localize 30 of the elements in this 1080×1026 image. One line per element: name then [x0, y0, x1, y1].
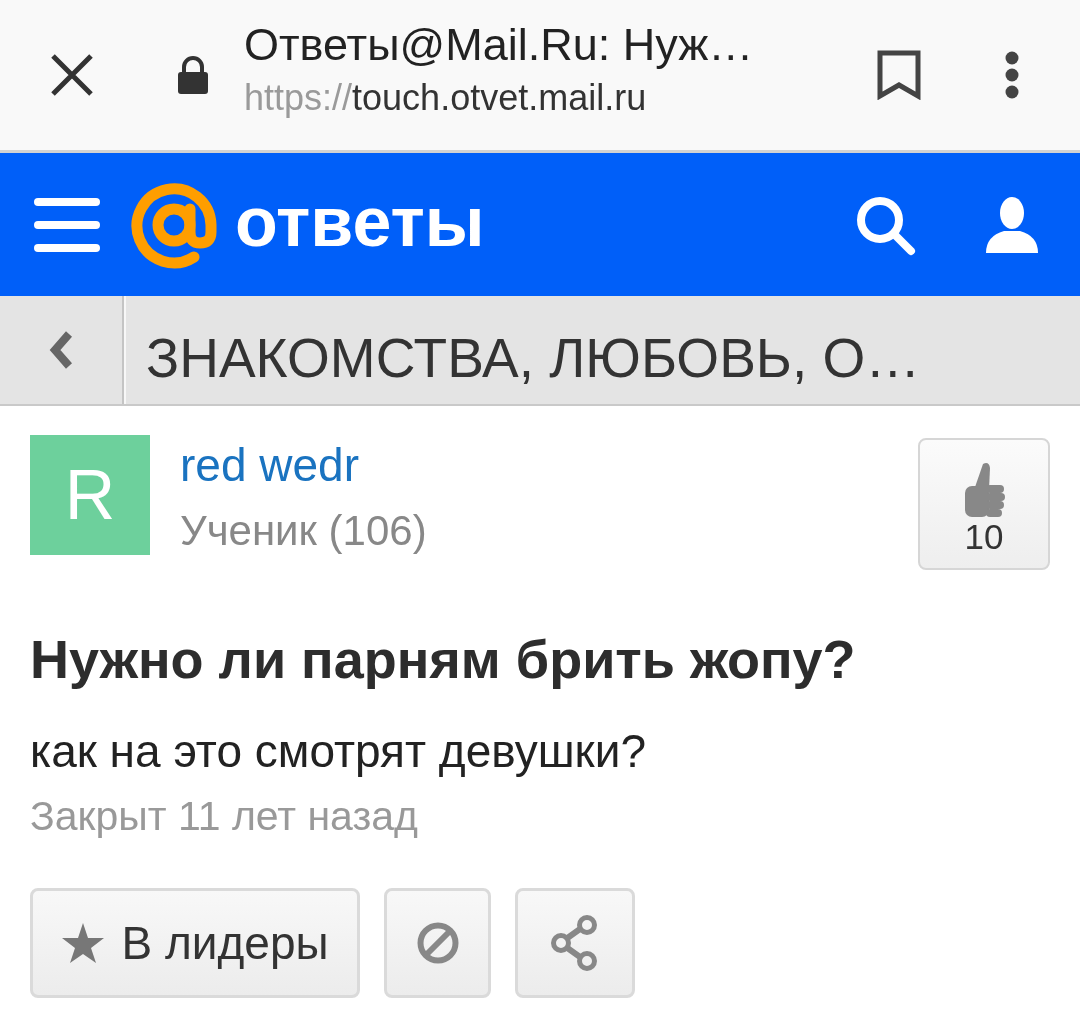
question-title: Нужно ли парням брить жопу?: [30, 628, 857, 691]
user-icon: [984, 195, 1040, 254]
block-button[interactable]: [384, 888, 491, 998]
leaders-button[interactable]: В лидеры: [30, 888, 360, 998]
profile-button[interactable]: [984, 195, 1040, 254]
category-title: ЗНАКОМСТВА, ЛЮБОВЬ, О…: [146, 326, 921, 391]
chevron-left-icon: [49, 331, 73, 369]
avatar: R: [30, 435, 150, 555]
author-rank: Ученик (106): [180, 506, 427, 556]
question-status: Закрыт 11 лет назад: [30, 792, 419, 840]
at-sign-logo-icon[interactable]: [130, 180, 218, 269]
question-text: как на это смотрят девушки?: [30, 724, 647, 778]
bookmark-icon: [876, 50, 922, 100]
more-icon: [1005, 51, 1019, 99]
url-text[interactable]: https://touch.otvet.mail.ru: [244, 77, 754, 119]
close-button[interactable]: [50, 53, 94, 97]
close-icon: [50, 53, 94, 97]
menu-button[interactable]: [34, 197, 100, 252]
star-icon: [61, 922, 106, 964]
author-name-link[interactable]: red wedr: [180, 438, 359, 492]
share-icon: [550, 915, 600, 971]
more-button[interactable]: [1005, 51, 1019, 99]
bookmark-button[interactable]: [876, 50, 922, 100]
logo-text[interactable]: ответы: [235, 181, 485, 268]
share-button[interactable]: [515, 888, 635, 998]
block-icon: [416, 922, 459, 964]
like-button[interactable]: 10: [918, 438, 1050, 570]
page-title: Ответы@Mail.Ru: Нуж…: [244, 19, 754, 71]
menu-icon: [34, 197, 100, 252]
thumbs-up-icon: [962, 460, 1006, 518]
